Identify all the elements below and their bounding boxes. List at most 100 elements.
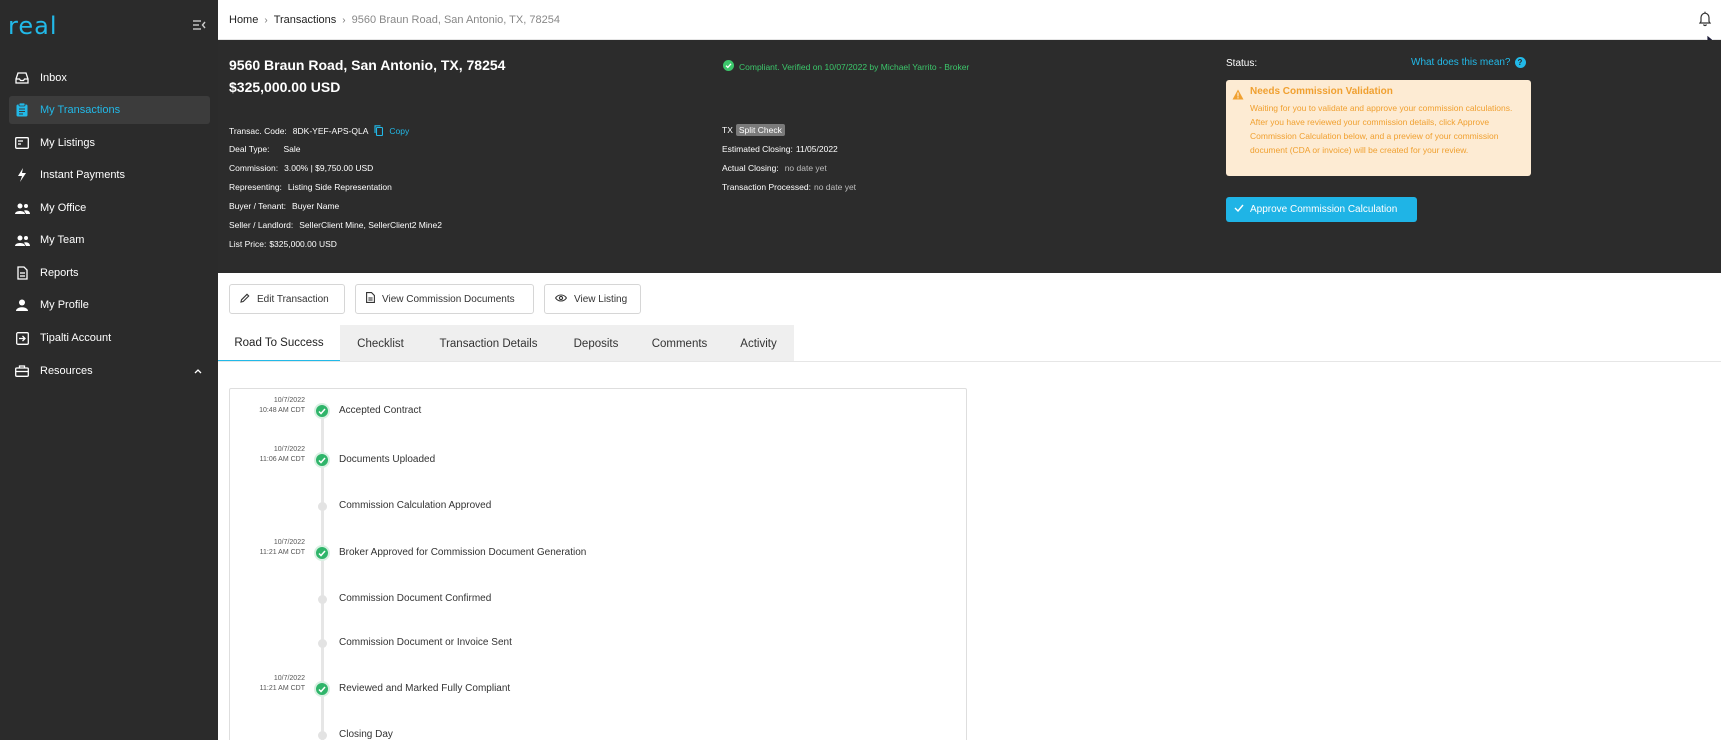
edit-transaction-button[interactable]: Edit Transaction: [229, 284, 345, 314]
timeline-item: 10/7/2022 11:06 AM CDT Documents Uploaded: [229, 446, 967, 470]
sidebar-item-label: Inbox: [40, 72, 67, 84]
notice-body: Waiting for you to validate and approve …: [1250, 103, 1513, 155]
copy-link[interactable]: Copy: [389, 126, 409, 136]
timeline-date: 10/7/2022 11:06 AM CDT: [259, 446, 305, 463]
commission-value: 3.00% | $9,750.00 USD: [284, 163, 374, 173]
report-icon: [14, 265, 30, 281]
collapse-sidebar-icon[interactable]: [192, 18, 208, 32]
transaction-processed-label: Transaction Processed:: [722, 182, 811, 192]
tab-deposits[interactable]: Deposits: [556, 325, 636, 362]
sidebar-item-label: My Team: [40, 234, 85, 246]
sidebar-item-my-transactions[interactable]: My Transactions: [9, 96, 210, 124]
deal-type-row: Deal Type: Sale: [229, 144, 301, 154]
inbox-icon: [14, 70, 30, 86]
split-check-tag: Split Check: [735, 124, 785, 136]
clipboard-icon: [14, 102, 30, 118]
representing-value: Listing Side Representation: [287, 182, 392, 192]
edit-transaction-label: Edit Transaction: [257, 293, 329, 305]
listing-icon: [14, 135, 30, 151]
question-icon: ?: [1514, 57, 1526, 68]
sidebar-item-instant-payments[interactable]: Instant Payments: [9, 161, 210, 189]
sidebar-item-inbox[interactable]: Inbox: [9, 64, 210, 92]
sidebar-item-label: My Office: [40, 202, 87, 214]
deal-type-value: Sale: [283, 144, 301, 154]
timeline-label: Reviewed and Marked Fully Compliant: [339, 683, 511, 694]
representing-row: Representing: Listing Side Representation: [229, 182, 392, 192]
timeline-item: Commission Calculation Approved: [229, 496, 967, 516]
transaction-code-label: Transac. Code:: [229, 125, 287, 136]
sidebar-item-label: Reports: [40, 267, 79, 279]
sidebar-item-reports[interactable]: Reports: [9, 259, 210, 287]
timeline-label: Closing Day: [339, 729, 393, 740]
estimated-closing-value: 11/05/2022: [795, 144, 838, 154]
bell-icon[interactable]: [1698, 11, 1712, 32]
state-row: TX Split Check: [722, 124, 785, 136]
view-commission-documents-button[interactable]: View Commission Documents: [355, 284, 534, 314]
sidebar-item-label: Tipalti Account: [40, 332, 112, 344]
buyer-row: Buyer / Tenant: Buyer Name: [229, 201, 339, 211]
sidebar-item-my-team[interactable]: My Team: [9, 226, 210, 254]
approve-commission-button[interactable]: Approve Commission Calculation: [1226, 197, 1417, 222]
sidebar-item-my-office[interactable]: My Office: [9, 194, 210, 222]
eye-icon: [554, 293, 568, 305]
sidebar-item-label: My Profile: [40, 299, 89, 311]
timeline-date: 10/7/2022 11:21 AM CDT: [259, 675, 305, 692]
sidebar-item-my-listings[interactable]: My Listings: [9, 129, 210, 157]
transaction-code-row: Transac. Code: 8DK-YEF-APS-QLA Copy: [229, 125, 409, 138]
tab-road-to-success[interactable]: Road To Success: [218, 325, 340, 362]
sidebar-item-label: My Listings: [40, 137, 96, 149]
tab-comments[interactable]: Comments: [636, 325, 723, 362]
team-icon: [14, 232, 30, 248]
top-bar: Home › Transactions › 9560 Braun Road, S…: [218, 0, 1721, 40]
sidebar-item-tipalti-account[interactable]: Tipalti Account: [9, 324, 210, 352]
approve-commission-label: Approve Commission Calculation: [1250, 204, 1398, 215]
tab-transaction-details[interactable]: Transaction Details: [421, 325, 556, 362]
property-price: $325,000.00 USD: [229, 79, 341, 95]
pending-dot-icon: [318, 595, 327, 604]
breadcrumb-home[interactable]: Home: [229, 14, 258, 26]
people-icon: [14, 200, 30, 216]
copy-icon[interactable]: [374, 125, 384, 138]
transaction-code-value: 8DK-YEF-APS-QLA: [292, 125, 369, 136]
tab-checklist[interactable]: Checklist: [340, 325, 421, 362]
view-listing-button[interactable]: View Listing: [544, 284, 641, 314]
timeline-label: Commission Document or Invoice Sent: [339, 637, 512, 648]
buyer-label: Buyer / Tenant:: [229, 201, 287, 211]
sidebar-item-resources[interactable]: Resources: [9, 357, 210, 385]
warning-icon: [1232, 87, 1244, 105]
timeline-item: Commission Document Confirmed: [229, 589, 967, 609]
what-does-this-mean-link[interactable]: What does this mean? ?: [1411, 57, 1526, 68]
sidebar-item-label: Resources: [40, 365, 93, 377]
breadcrumb-transactions[interactable]: Transactions: [274, 14, 337, 26]
breadcrumb-current: 9560 Braun Road, San Antonio, TX, 78254: [351, 14, 560, 26]
check-icon: [1234, 204, 1244, 215]
representing-label: Representing:: [229, 182, 282, 192]
chevron-up-icon[interactable]: [194, 365, 202, 377]
property-address: 9560 Braun Road, San Antonio, TX, 78254: [229, 57, 506, 73]
commission-row: Commission: 3.00% | $9,750.00 USD: [229, 163, 373, 173]
actual-closing-value: no date yet: [784, 163, 827, 173]
sidebar-item-label: My Transactions: [40, 104, 121, 116]
list-price-value: $325,000.00 USD: [269, 239, 337, 249]
transaction-processed-value: no date yet: [813, 182, 857, 192]
status-notice: Needs Commission Validation Waiting for …: [1226, 80, 1531, 176]
sidebar: real Inbox My Transactions My Listings I…: [0, 0, 218, 740]
timeline-date: 10/7/2022 11:21 AM CDT: [259, 539, 305, 556]
tab-activity[interactable]: Activity: [723, 325, 794, 362]
check-circle-icon: [314, 452, 330, 468]
compliance-text: Compliant. Verified on 10/07/2022 by Mic…: [739, 61, 970, 72]
real-logo[interactable]: real: [8, 12, 68, 43]
seller-label: Seller / Landlord:: [229, 220, 294, 230]
view-commission-documents-label: View Commission Documents: [382, 293, 515, 305]
pending-dot-icon: [318, 731, 327, 740]
seller-value: SellerClient Mine, SellerClient2 Mine2: [299, 220, 442, 230]
login-icon: [14, 330, 30, 346]
timeline-label: Commission Document Confirmed: [339, 593, 492, 604]
timeline-label: Broker Approved for Commission Document …: [339, 547, 587, 558]
seller-row: Seller / Landlord: SellerClient Mine, Sel…: [229, 220, 442, 230]
compliance-status: Compliant. Verified on 10/07/2022 by Mic…: [723, 60, 969, 73]
timeline-label: Commission Calculation Approved: [339, 500, 492, 511]
timeline-item: 10/7/2022 11:21 AM CDT Broker Approved fo…: [229, 539, 967, 563]
sidebar-item-my-profile[interactable]: My Profile: [9, 291, 210, 319]
breadcrumb: Home › Transactions › 9560 Braun Road, S…: [229, 14, 560, 26]
